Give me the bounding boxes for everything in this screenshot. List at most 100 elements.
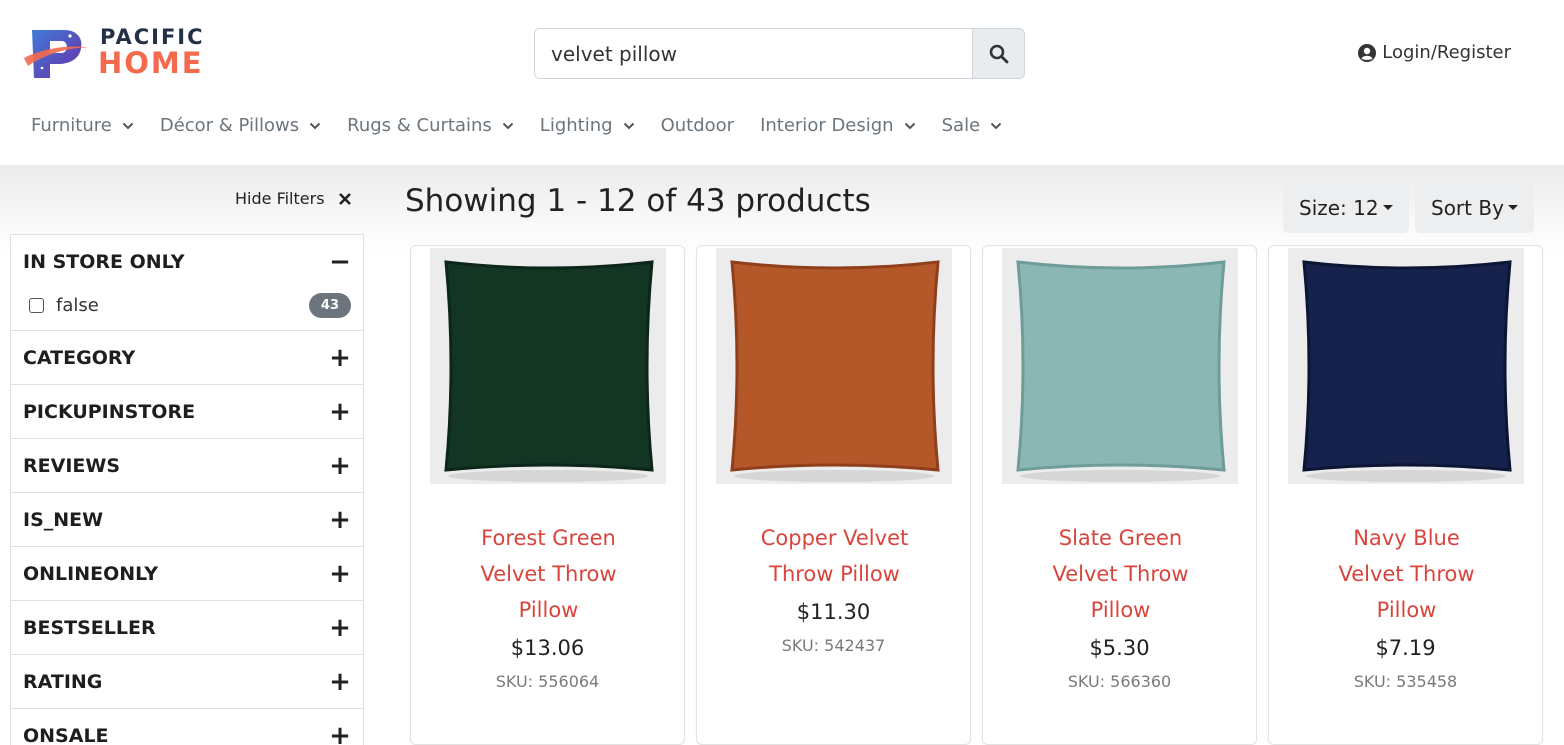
product-title-line: Pillow bbox=[1376, 598, 1437, 622]
product-card[interactable]: Navy Blue Velvet Throw Pillow $7.19 SKU: 535… bbox=[1268, 245, 1543, 745]
product-image[interactable] bbox=[1002, 248, 1238, 484]
filter-group-onsale: ONSALE + bbox=[11, 709, 363, 745]
filter-checkbox[interactable] bbox=[29, 297, 44, 313]
product-sku: SKU: 535458 bbox=[1353, 672, 1458, 691]
product-title-line: Pillow bbox=[1090, 598, 1151, 622]
filter-group-header[interactable]: RATING + bbox=[23, 655, 351, 708]
main-content: Hide Filters IN STORE ONLY − false 43 CATEGO… bbox=[0, 165, 1564, 745]
chevron-down-icon bbox=[502, 122, 514, 129]
nav-item-label: Outdoor bbox=[660, 115, 735, 136]
product-title-link[interactable]: Slate Green Velvet Throw Pillow bbox=[1003, 520, 1238, 628]
product-sku: SKU: 556064 bbox=[495, 672, 600, 691]
page-size-dropdown[interactable]: Size: 12 bbox=[1283, 182, 1409, 233]
nav-item-furniture[interactable]: Furniture bbox=[18, 110, 147, 141]
product-price: $13.06 bbox=[510, 636, 585, 660]
sort-by-label: Sort By bbox=[1431, 195, 1504, 220]
product-image[interactable] bbox=[1288, 248, 1524, 484]
close-icon bbox=[338, 192, 351, 205]
product-price: $7.19 bbox=[1375, 636, 1436, 660]
product-title-line: Copper Velvet bbox=[760, 526, 909, 550]
expand-plus-icon[interactable]: + bbox=[329, 667, 351, 697]
nav-item-sale[interactable]: Sale bbox=[929, 110, 1016, 141]
nav-item-label: Décor & Pillows bbox=[159, 115, 300, 136]
product-price: $5.30 bbox=[1089, 636, 1150, 660]
site-header: PACIFIC HOME Login/Register Furniture Déc… bbox=[0, 0, 1564, 165]
nav-item-rugs-curtains[interactable]: Rugs & Curtains bbox=[334, 110, 527, 141]
filter-option-label: false bbox=[56, 294, 99, 316]
product-title-line: Forest Green bbox=[481, 526, 616, 550]
filter-group-title: IN STORE ONLY bbox=[23, 250, 185, 273]
login-register-label: Login/Register bbox=[1382, 42, 1511, 63]
nav-item-label: Interior Design bbox=[760, 115, 894, 136]
nav-item-interior-design[interactable]: Interior Design bbox=[747, 110, 929, 141]
page-size-label: Size: 12 bbox=[1299, 195, 1379, 220]
filter-group-is-new: IS_NEW + bbox=[11, 493, 363, 547]
pillow-image-icon bbox=[716, 248, 952, 484]
filter-group-pickupinstore: PICKUPINSTORE + bbox=[11, 385, 363, 439]
product-title-line: Throw Pillow bbox=[769, 562, 900, 586]
product-sku: SKU: 566360 bbox=[1067, 672, 1172, 691]
caret-down-icon bbox=[1507, 205, 1518, 210]
brand-name-line2: HOME bbox=[98, 46, 204, 80]
filter-group-header[interactable]: BESTSELLER + bbox=[23, 601, 351, 654]
filter-group-category: CATEGORY + bbox=[11, 331, 363, 385]
expand-plus-icon[interactable]: + bbox=[329, 397, 351, 427]
filter-count-badge: 43 bbox=[308, 292, 351, 318]
caret-down-icon bbox=[1382, 205, 1393, 210]
sort-by-dropdown[interactable]: Sort By bbox=[1415, 182, 1534, 233]
filter-group-header[interactable]: PICKUPINSTORE + bbox=[23, 385, 351, 438]
results-count-heading: Showing 1 - 12 of 43 products bbox=[405, 183, 871, 219]
expand-plus-icon[interactable]: + bbox=[329, 721, 351, 745]
filter-group-header[interactable]: ONLINEONLY + bbox=[23, 547, 351, 600]
filter-group-header[interactable]: REVIEWS + bbox=[23, 439, 351, 492]
filter-group-in-store-only: IN STORE ONLY − false 43 bbox=[11, 235, 363, 331]
filter-group-title: RATING bbox=[23, 670, 103, 693]
login-register-link[interactable]: Login/Register bbox=[1358, 42, 1511, 63]
product-title-link[interactable]: Forest Green Velvet Throw Pillow bbox=[431, 520, 666, 628]
product-card[interactable]: Slate Green Velvet Throw Pillow $5.30 SKU: 5… bbox=[982, 245, 1257, 745]
filter-group-title: IS_NEW bbox=[23, 508, 104, 531]
filter-group-title: CATEGORY bbox=[23, 346, 136, 369]
search-icon bbox=[989, 44, 1008, 63]
nav-item-label: Furniture bbox=[31, 115, 112, 136]
chevron-down-icon bbox=[904, 122, 915, 129]
expand-plus-icon[interactable]: + bbox=[329, 559, 351, 589]
filter-option-label-wrap[interactable]: false bbox=[23, 295, 99, 316]
hide-filters-label: Hide Filters bbox=[235, 189, 325, 208]
hide-filters-button[interactable]: Hide Filters bbox=[235, 189, 351, 208]
filter-group-bestseller: BESTSELLER + bbox=[11, 601, 363, 655]
expand-plus-icon[interactable]: + bbox=[329, 613, 351, 643]
filter-group-header[interactable]: IS_NEW + bbox=[23, 493, 351, 546]
filter-group-title: REVIEWS bbox=[23, 454, 121, 477]
product-card[interactable]: Copper Velvet Throw Pillow $11.30 SKU: 5424… bbox=[696, 245, 971, 745]
nav-item-outdoor[interactable]: Outdoor bbox=[648, 110, 748, 141]
search-input[interactable] bbox=[535, 29, 972, 78]
pillow-image-icon bbox=[430, 248, 666, 484]
nav-item-label: Lighting bbox=[539, 115, 613, 136]
brand-logo[interactable]: PACIFIC HOME bbox=[22, 24, 232, 82]
product-title-link[interactable]: Navy Blue Velvet Throw Pillow bbox=[1289, 520, 1524, 628]
user-circle-icon bbox=[1358, 43, 1377, 62]
search-bar bbox=[534, 28, 1025, 79]
filter-option: false 43 bbox=[23, 280, 351, 330]
collapse-minus-icon[interactable]: − bbox=[329, 247, 351, 277]
search-button[interactable] bbox=[972, 29, 1024, 78]
nav-item-d-cor-pillows[interactable]: Décor & Pillows bbox=[147, 110, 334, 141]
filter-group-reviews: REVIEWS + bbox=[11, 439, 363, 493]
filter-group-header[interactable]: CATEGORY + bbox=[23, 331, 351, 384]
filter-group-onlineonly: ONLINEONLY + bbox=[11, 547, 363, 601]
product-title-line: Pillow bbox=[518, 598, 579, 622]
expand-plus-icon[interactable]: + bbox=[329, 343, 351, 373]
nav-item-lighting[interactable]: Lighting bbox=[527, 110, 648, 141]
filter-group-title: PICKUPINSTORE bbox=[23, 400, 196, 423]
product-image[interactable] bbox=[716, 248, 952, 484]
expand-plus-icon[interactable]: + bbox=[329, 505, 351, 535]
expand-plus-icon[interactable]: + bbox=[329, 451, 351, 481]
product-image[interactable] bbox=[430, 248, 666, 484]
product-title-line: Velvet Throw bbox=[1052, 562, 1189, 586]
chevron-down-icon bbox=[309, 122, 321, 129]
product-card[interactable]: Forest Green Velvet Throw Pillow $13.06 SKU:… bbox=[410, 245, 685, 745]
logo-mark-icon bbox=[24, 30, 88, 78]
product-title-link[interactable]: Copper Velvet Throw Pillow bbox=[717, 520, 952, 592]
filter-group-header[interactable]: ONSALE + bbox=[23, 709, 351, 745]
